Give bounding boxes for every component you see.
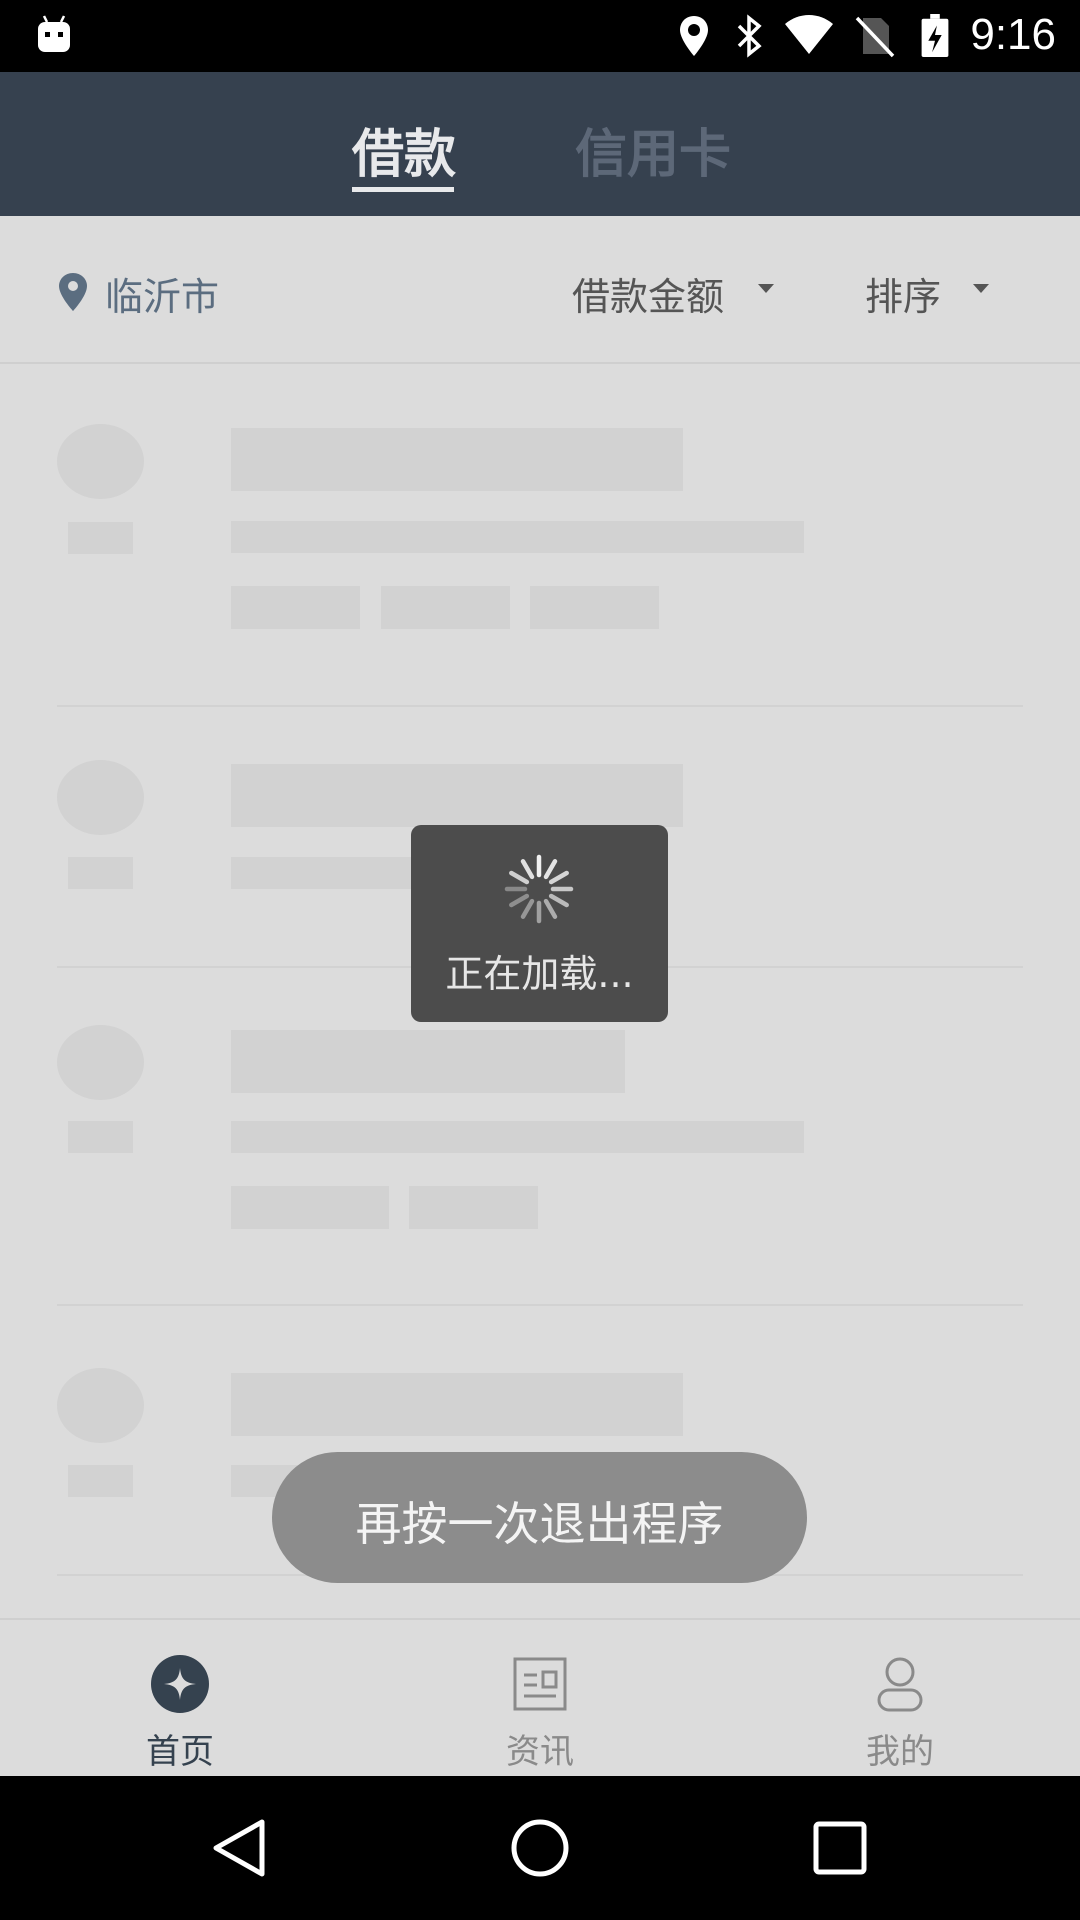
tab-credit-card[interactable]: 信用卡 (575, 112, 731, 187)
city-selector[interactable]: 临沂市 (105, 266, 219, 321)
title-placeholder (231, 428, 683, 491)
android-notification-icon (38, 15, 70, 52)
status-bar: 9:16 (0, 0, 1080, 72)
label-placeholder (68, 1465, 133, 1497)
subtitle-placeholder (231, 521, 804, 553)
nav-item-profile[interactable]: 我的 (720, 1620, 1080, 1778)
avatar-placeholder (57, 1368, 144, 1443)
chevron-down-icon[interactable] (758, 284, 774, 293)
loan-amount-filter[interactable]: 借款金额 (572, 266, 724, 321)
back-icon[interactable] (208, 1816, 272, 1880)
active-tab-indicator (352, 187, 454, 192)
location-icon (680, 16, 708, 56)
status-clock: 9:16 (970, 10, 1056, 59)
location-pin-icon[interactable] (58, 272, 88, 312)
subtitle-placeholder (231, 1121, 804, 1153)
nav-label-home: 首页 (146, 1732, 214, 1772)
divider (57, 1304, 1023, 1306)
news-icon (513, 1657, 567, 1711)
bottom-navigation: 首页 资讯 我的 (0, 1618, 1080, 1776)
nav-label-profile: 我的 (866, 1732, 934, 1772)
label-placeholder (68, 857, 133, 889)
label-placeholder (68, 522, 133, 554)
home-icon (151, 1655, 209, 1713)
filter-bar: 临沂市 借款金额 排序 (0, 216, 1080, 364)
no-sim-icon (855, 16, 895, 58)
tag-placeholder (231, 1186, 389, 1229)
nav-item-home[interactable]: 首页 (0, 1620, 360, 1778)
tag-placeholder (530, 586, 659, 629)
tag-placeholder (381, 586, 510, 629)
header-tabs: 借款 信用卡 (0, 72, 1080, 216)
home-button-icon[interactable] (508, 1816, 572, 1880)
tag-placeholder (409, 1186, 538, 1229)
tag-placeholder (231, 586, 360, 629)
nav-label-news: 资讯 (506, 1732, 574, 1772)
divider (57, 705, 1023, 707)
avatar-placeholder (57, 424, 144, 499)
recents-icon[interactable] (808, 1816, 872, 1880)
avatar-placeholder (57, 1025, 144, 1100)
title-placeholder (231, 1030, 625, 1093)
bluetooth-icon (737, 14, 762, 58)
title-placeholder (231, 1373, 683, 1436)
sort-filter[interactable]: 排序 (865, 266, 941, 321)
avatar-placeholder (57, 760, 144, 835)
battery-charging-icon (921, 14, 949, 58)
title-placeholder (231, 764, 683, 827)
chevron-down-icon[interactable] (973, 284, 989, 293)
wifi-icon (785, 15, 833, 54)
system-navigation-bar (0, 1776, 1080, 1920)
tab-loan[interactable]: 借款 (352, 112, 456, 187)
toast-message: 再按一次退出程序 (355, 1497, 724, 1551)
loading-text: 正在加载... (445, 952, 634, 996)
loading-spinner-icon (504, 854, 574, 924)
exit-toast: 再按一次退出程序 (272, 1452, 807, 1583)
label-placeholder (68, 1121, 133, 1153)
nav-item-news[interactable]: 资讯 (360, 1620, 720, 1778)
profile-icon (877, 1657, 923, 1712)
loading-dialog: 正在加载... (411, 825, 668, 1022)
